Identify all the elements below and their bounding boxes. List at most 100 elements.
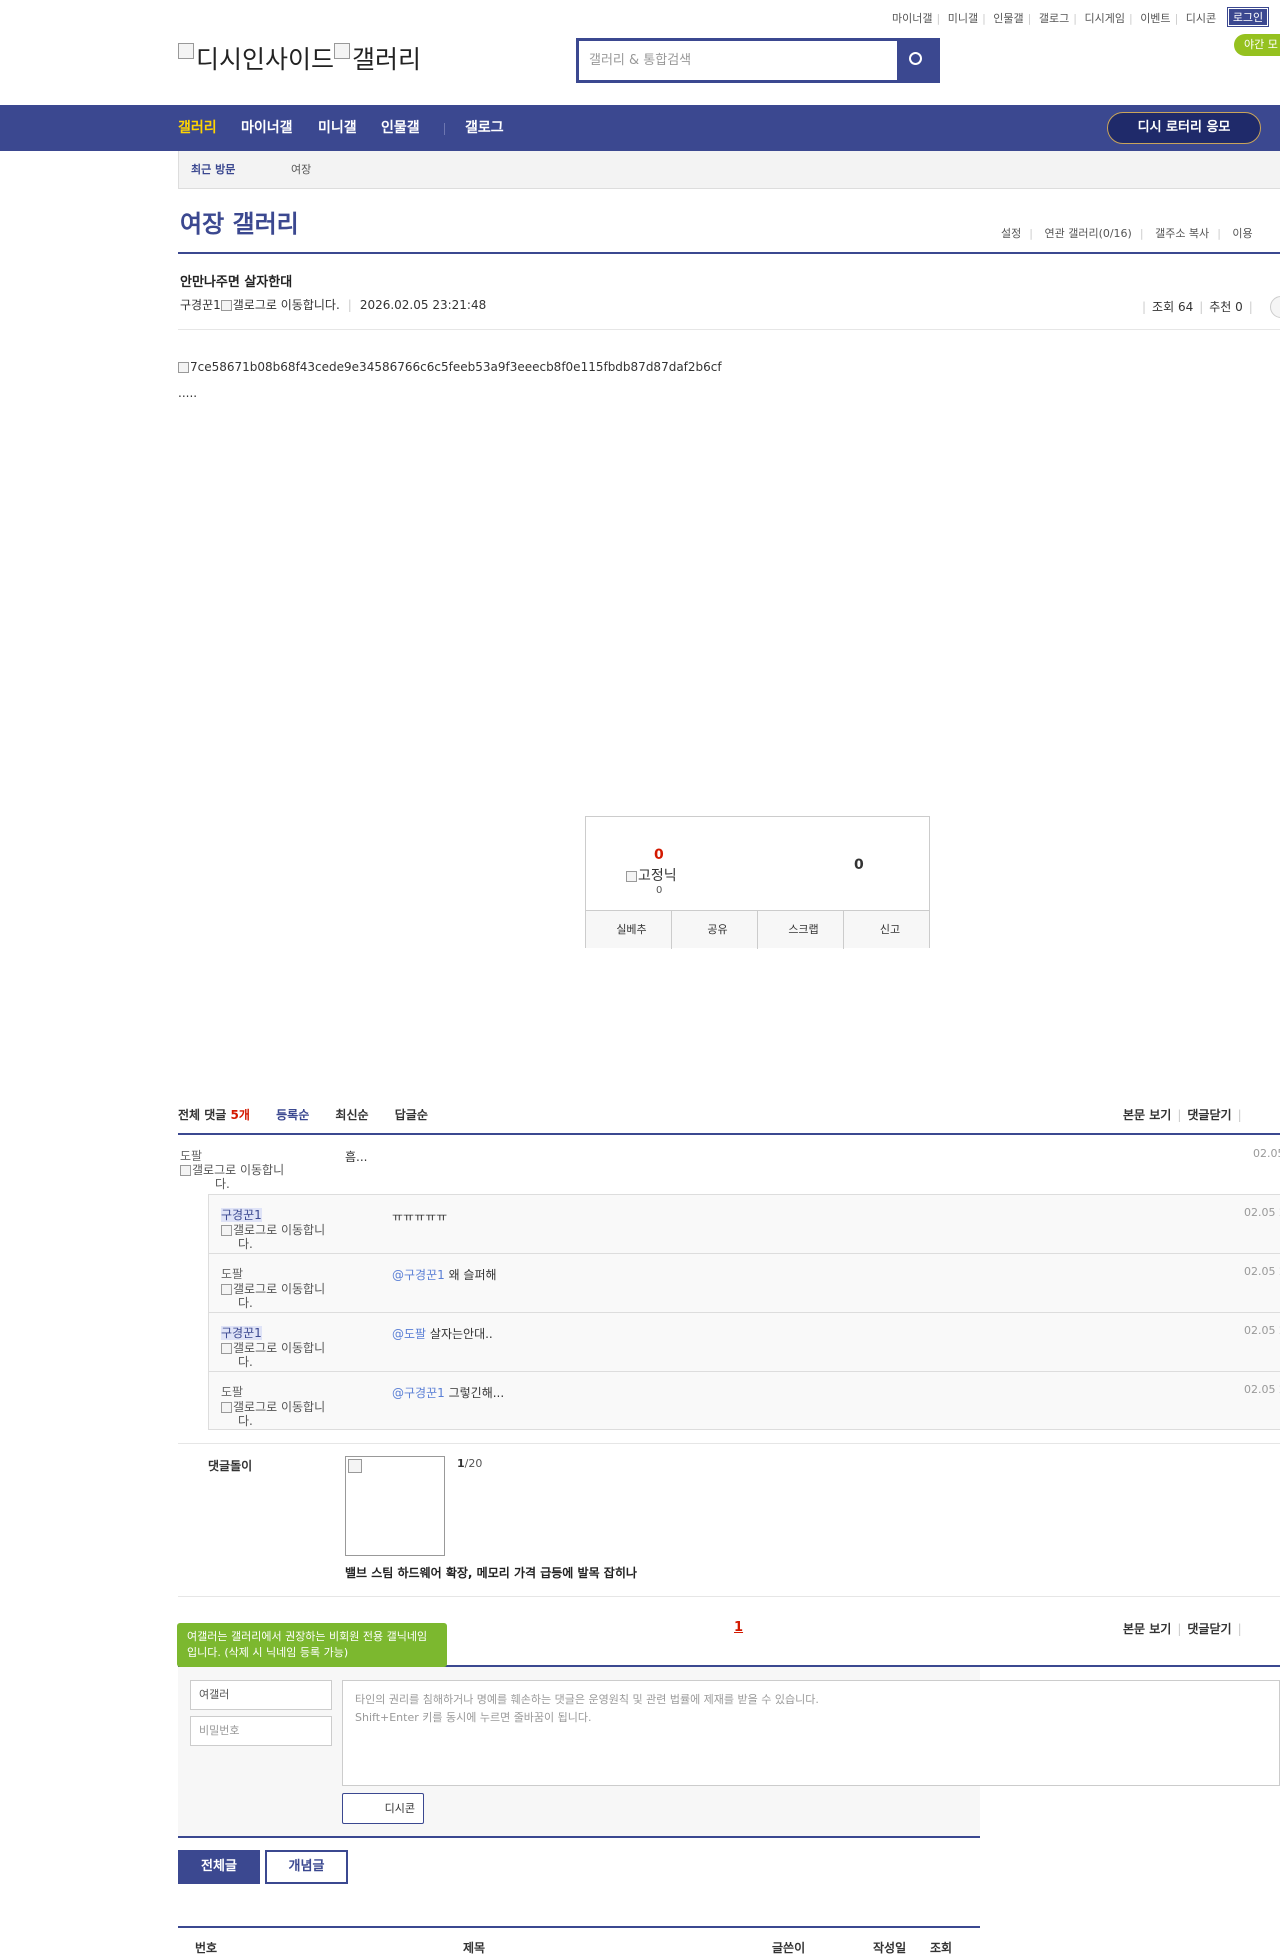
textarea-placeholder-1: 타인의 권리를 침해하거나 명예를 훼손하는 댓글은 운영원칙 및 관련 법률에… [355, 1693, 819, 1706]
concept-posts-button[interactable]: 개념글 [265, 1850, 348, 1884]
login-button[interactable]: 로그인 [1227, 7, 1269, 27]
comments-footer-right: 본문 보기 | 댓글닫기 | [1123, 1622, 1242, 1636]
search-input[interactable]: 갤러리 & 통합검색 [579, 41, 897, 80]
post-title: 안만나주면 살자한대 [180, 275, 293, 290]
util-link-dccon[interactable]: 디시콘 [1186, 10, 1216, 26]
recent-label: 최근 방문 [191, 163, 236, 176]
view-body-button[interactable]: 본문 보기 [1123, 1622, 1171, 1636]
copy-address-link[interactable]: 갤주소 복사 [1155, 227, 1209, 240]
gallog-link[interactable]: 갤로그로 이동합니 [221, 1341, 325, 1355]
usage-link[interactable]: 이용 [1232, 227, 1252, 240]
util-link-event[interactable]: 이벤트 [1140, 10, 1170, 26]
downvote-count: 0 [854, 857, 864, 873]
more-options-button[interactable] [1270, 296, 1280, 318]
sort-latest[interactable]: 최신순 [335, 1108, 368, 1122]
util-link-person[interactable]: 인물갤 [993, 10, 1023, 26]
list-top-divider [178, 1926, 980, 1928]
reply-mention[interactable]: @구경꾼1 [392, 1268, 445, 1282]
post-author[interactable]: 구경꾼1 [180, 298, 221, 312]
settings-link[interactable]: 설정 [1001, 227, 1021, 240]
nav-minor[interactable]: 마이너갤 [241, 105, 293, 151]
close-comments-button[interactable]: 댓글닫기 [1187, 1108, 1231, 1122]
share-button[interactable]: 공유 [672, 911, 758, 949]
sort-replies[interactable]: 답글순 [395, 1108, 428, 1122]
reply-nick[interactable]: 구경꾼1 [221, 1208, 262, 1222]
comment-nick[interactable]: 도팔 [180, 1147, 284, 1164]
gallog-link[interactable]: 갤로그로 이동합니 [180, 1163, 284, 1177]
recent-gallery-link[interactable]: 여장 [291, 151, 311, 189]
broken-image-icon [178, 43, 194, 59]
reply-text: @구경꾼1 왜 슬퍼해 [392, 1266, 497, 1283]
nickname-field[interactable]: 여갤러 [190, 1680, 332, 1710]
reply-nick[interactable]: 구경꾼1 [221, 1326, 262, 1340]
reply-row [209, 1195, 1280, 1254]
gallog-link[interactable]: 갤로그로 이동합니 [221, 1400, 325, 1414]
gallery-options: 설정 | 연관 갤러리(0/16) | 갤주소 복사 | 이용 [1001, 227, 1253, 240]
lottery-button[interactable]: 디시 로터리 응모 [1107, 112, 1261, 144]
util-link-minor[interactable]: 마이너갤 [892, 10, 932, 26]
reply-text: @도팔 살자는안대.. [392, 1325, 493, 1342]
reply-mention[interactable]: @도팔 [392, 1327, 426, 1341]
dcmt-thumbnail[interactable] [345, 1456, 445, 1556]
password-field[interactable]: 비밀번호 [190, 1716, 332, 1746]
post-body-text: ..... [178, 386, 198, 400]
post-recommends: 추천 0 [1209, 300, 1243, 314]
col-number: 번호 [195, 1941, 218, 1955]
util-link-gallog[interactable]: 갤로그 [1039, 10, 1069, 26]
gallog-link[interactable]: 갤로그로 이동합니 [221, 1282, 325, 1296]
broken-image-icon [221, 1402, 232, 1413]
util-link-game[interactable]: 디시게임 [1084, 10, 1124, 26]
dccon-button[interactable]: 디시콘 [342, 1793, 424, 1824]
gallog-link[interactable]: 갤로그로 이동합니 [221, 1223, 325, 1237]
reply-date: 02.05 2 [1244, 1383, 1280, 1396]
recent-visits: 최근 방문 여장 [178, 151, 1280, 189]
nav-gallery[interactable]: 갤러리 [178, 105, 217, 151]
reply-nick[interactable]: 도팔 [221, 1385, 243, 1399]
comment-date: 02.05 [1253, 1147, 1280, 1160]
comment-textarea[interactable]: 타인의 권리를 침해하거나 명예를 훼손하는 댓글은 운영원칙 및 관련 법률에… [342, 1680, 1280, 1786]
scrap-button[interactable]: 스크랩 [758, 911, 844, 949]
sort-registered[interactable]: 등록순 [276, 1108, 309, 1122]
logo[interactable]: 디시인사이드 갤러리 [178, 40, 421, 76]
gallog-link[interactable]: 갤로그로 이동합니다. [233, 298, 340, 312]
reply-row [209, 1313, 1280, 1372]
gallog-link-end: 다. [238, 1355, 253, 1369]
broken-image-icon [626, 870, 637, 882]
comments-label: 전체 댓글 [178, 1108, 227, 1122]
night-mode-toggle[interactable]: 야간 모 [1234, 34, 1280, 56]
dcmt-title[interactable]: 밸브 스팀 하드웨어 확장, 메모리 가격 급등에 발목 잡히나 [345, 1564, 637, 1581]
util-link-mini[interactable]: 미니갤 [948, 10, 978, 26]
broken-image-icon [178, 362, 189, 373]
gallery-title[interactable]: 여장 갤러리 [180, 204, 299, 239]
close-comments-button[interactable]: 댓글닫기 [1187, 1622, 1231, 1636]
view-body-button[interactable]: 본문 보기 [1123, 1108, 1171, 1122]
nav-person[interactable]: 인물갤 [381, 105, 420, 151]
comments-end-divider [178, 1443, 1280, 1444]
reply-body: ㅠㅠㅠㅠㅠ [392, 1210, 448, 1224]
reply-row [209, 1372, 1280, 1431]
post-info: 구경꾼1 갤로그로 이동합니다. | 2026.02.05 23:21:48 [180, 298, 487, 312]
reply-date: 02.05 2 [1244, 1265, 1280, 1278]
comments-count: 5개 [230, 1108, 250, 1122]
comments-header: 전체 댓글 5개 등록순 최신순 답글순 [178, 1106, 428, 1123]
write-bottom-divider [178, 1836, 980, 1838]
post-views: 조회 64 [1152, 300, 1194, 314]
related-gallery-link[interactable]: 연관 갤러리(0/16) [1044, 227, 1131, 240]
search-button[interactable] [897, 41, 937, 80]
dcmt-divider [178, 1596, 1280, 1597]
reply-text: ㅠㅠㅠㅠㅠ [392, 1208, 447, 1225]
reply-nick[interactable]: 도팔 [221, 1267, 243, 1281]
best-recommend-button[interactable]: 실베추 [586, 911, 672, 949]
comment-page-current[interactable]: 1 [734, 1620, 743, 1635]
gallog-link-end: 다. [215, 1177, 230, 1191]
post-date: 2026.02.05 23:21:48 [359, 298, 487, 312]
broken-image-icon [221, 1284, 232, 1295]
all-posts-button[interactable]: 전체글 [178, 1850, 260, 1884]
nav-gallog[interactable]: 갤로그 [465, 105, 504, 151]
report-button[interactable]: 신고 [844, 911, 930, 949]
reply-text: @구경꾼1 그렇긴해... [392, 1384, 504, 1401]
reply-date: 02.05 2 [1244, 1206, 1280, 1219]
nav-mini[interactable]: 미니갤 [318, 105, 357, 151]
col-title: 제목 [463, 1941, 486, 1955]
reply-mention[interactable]: @구경꾼1 [392, 1386, 445, 1400]
